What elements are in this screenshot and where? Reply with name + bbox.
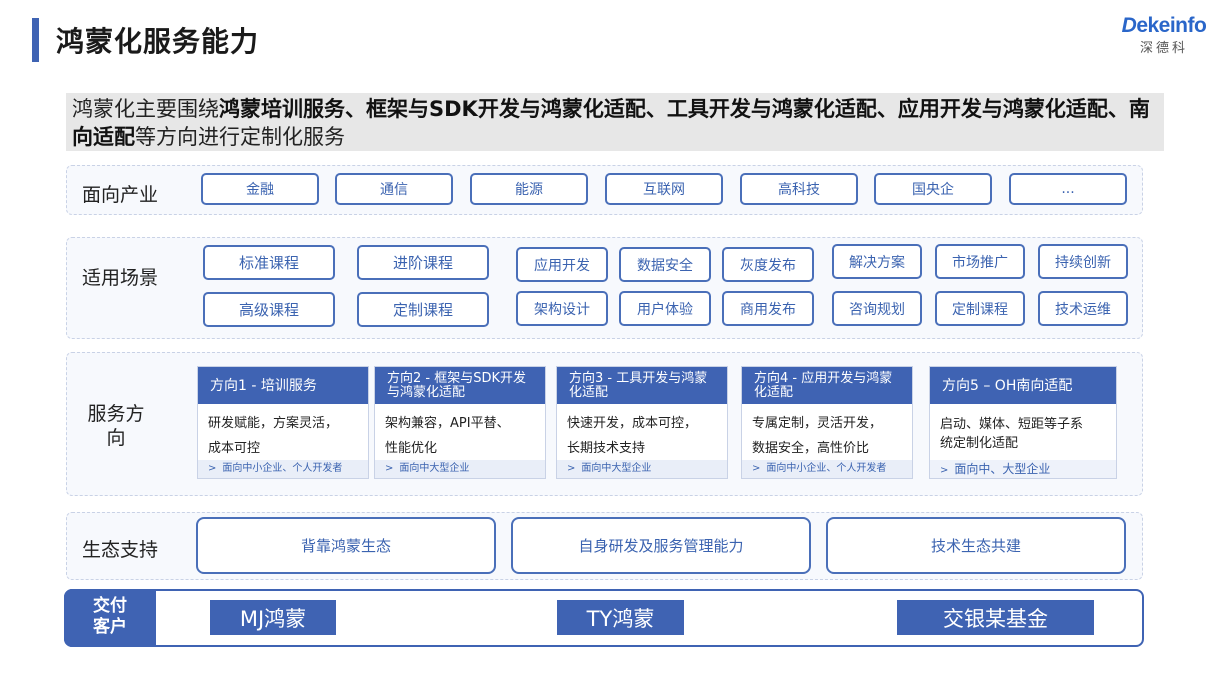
ecosystem-item[interactable]: 自身研发及服务管理能力 (511, 517, 811, 574)
chevron-right-icon: > (567, 463, 576, 474)
intro-banner: 鸿蒙化主要围绕鸿蒙培训服务、框架与SDK开发与鸿蒙化适配、工具开发与鸿蒙化适配、… (66, 93, 1164, 151)
industry-item-more[interactable]: ... (1009, 173, 1127, 205)
chevron-right-icon: > (752, 463, 761, 474)
industry-item[interactable]: 高科技 (740, 173, 858, 205)
direction-audience: > 面向中、大型企业 (930, 460, 1116, 478)
industry-item[interactable]: 通信 (335, 173, 453, 205)
direction-title: 方向1 - 培训服务 (198, 367, 368, 404)
scenario-item[interactable]: 咨询规划 (832, 291, 922, 326)
industry-item[interactable]: 互联网 (605, 173, 723, 205)
scenario-item[interactable]: 商用发布 (722, 291, 814, 326)
scenario-item[interactable]: 定制课程 (357, 292, 489, 327)
industry-item[interactable]: 能源 (470, 173, 588, 205)
direction-desc: 架构兼容，API平替、 性能优化 (385, 416, 510, 456)
scenario-item[interactable]: 技术运维 (1038, 291, 1128, 326)
direction-desc: 专属定制，灵活开发， 数据安全，高性价比 (752, 416, 883, 456)
ecosystem-label: 生态支持 (82, 539, 159, 561)
scenario-item[interactable]: 数据安全 (619, 247, 711, 282)
direction-desc: 启动、媒体、短距等子系 统定制化适配 (940, 417, 1084, 451)
scenario-label: 适用场景 (82, 267, 159, 289)
industry-item[interactable]: 金融 (201, 173, 319, 205)
scenario-item[interactable]: 标准课程 (203, 245, 335, 280)
intro-text-start: 鸿蒙化主要围绕 (72, 97, 219, 121)
industry-label: 面向产业 (82, 184, 159, 206)
client-item[interactable]: TY鸿蒙 (557, 600, 684, 635)
client-label: 交付 客户 (64, 589, 156, 647)
intro-text-end: 等方向进行定制化服务 (135, 125, 345, 149)
scenario-item[interactable]: 市场推广 (935, 244, 1025, 279)
direction-audience: > 面向中大型企业 (557, 460, 727, 478)
direction-desc: 快速开发，成本可控， 长期技术支持 (567, 416, 698, 456)
chevron-right-icon: > (385, 463, 394, 474)
direction-audience: > 面向中大型企业 (375, 460, 545, 478)
direction-audience: > 面向中小企业、个人开发者 (742, 460, 912, 478)
direction-card-1[interactable]: 方向1 - 培训服务 研发赋能，方案灵活， 成本可控 > 面向中小企业、个人开发者 (197, 366, 369, 479)
scenario-item[interactable]: 定制课程 (935, 291, 1025, 326)
direction-card-5[interactable]: 方向5 – OH南向适配 启动、媒体、短距等子系 统定制化适配 > 面向中、大型企业 (929, 366, 1117, 479)
chevron-right-icon: > (940, 465, 949, 476)
direction-title: 方向4 - 应用开发与鸿蒙化适配 (742, 367, 912, 404)
scenario-item[interactable]: 持续创新 (1038, 244, 1128, 279)
direction-card-2[interactable]: 方向2 - 框架与SDK开发与鸿蒙化适配 架构兼容，API平替、 性能优化 > 面向… (374, 366, 546, 479)
scenario-item[interactable]: 灰度发布 (722, 247, 814, 282)
industry-item[interactable]: 国央企 (874, 173, 992, 205)
ecosystem-item[interactable]: 背靠鸿蒙生态 (196, 517, 496, 574)
direction-title: 方向5 – OH南向适配 (930, 367, 1116, 404)
client-item[interactable]: MJ鸿蒙 (210, 600, 336, 635)
scenario-item[interactable]: 用户体验 (619, 291, 711, 326)
scenario-item[interactable]: 解决方案 (832, 244, 922, 279)
direction-card-3[interactable]: 方向3 - 工具开发与鸿蒙化适配 快速开发，成本可控， 长期技术支持 > 面向中大型… (556, 366, 728, 479)
logo-subtitle: 深德科 (1139, 41, 1188, 56)
ecosystem-item[interactable]: 技术生态共建 (826, 517, 1126, 574)
title-accent-bar (32, 18, 39, 62)
direction-title: 方向2 - 框架与SDK开发与鸿蒙化适配 (375, 367, 545, 404)
client-item[interactable]: 交银某基金 (897, 600, 1094, 635)
direction-title: 方向3 - 工具开发与鸿蒙化适配 (557, 367, 727, 404)
scenario-item[interactable]: 进阶课程 (357, 245, 489, 280)
scenario-item[interactable]: 架构设计 (516, 291, 608, 326)
direction-card-4[interactable]: 方向4 - 应用开发与鸿蒙化适配 专属定制，灵活开发， 数据安全，高性价比 > 面向… (741, 366, 913, 479)
logo-wordmark: Dekeinfo (1121, 14, 1207, 37)
page-title: 鸿蒙化服务能力 (56, 25, 260, 58)
chevron-right-icon: > (208, 463, 217, 474)
direction-label: 服务方向 (87, 403, 145, 449)
direction-desc: 研发赋能，方案灵活， 成本可控 (208, 416, 339, 456)
company-logo: Dekeinfo 深德科 (1112, 14, 1216, 56)
scenario-item[interactable]: 高级课程 (203, 292, 335, 327)
direction-audience: > 面向中小企业、个人开发者 (198, 460, 368, 478)
scenario-item[interactable]: 应用开发 (516, 247, 608, 282)
